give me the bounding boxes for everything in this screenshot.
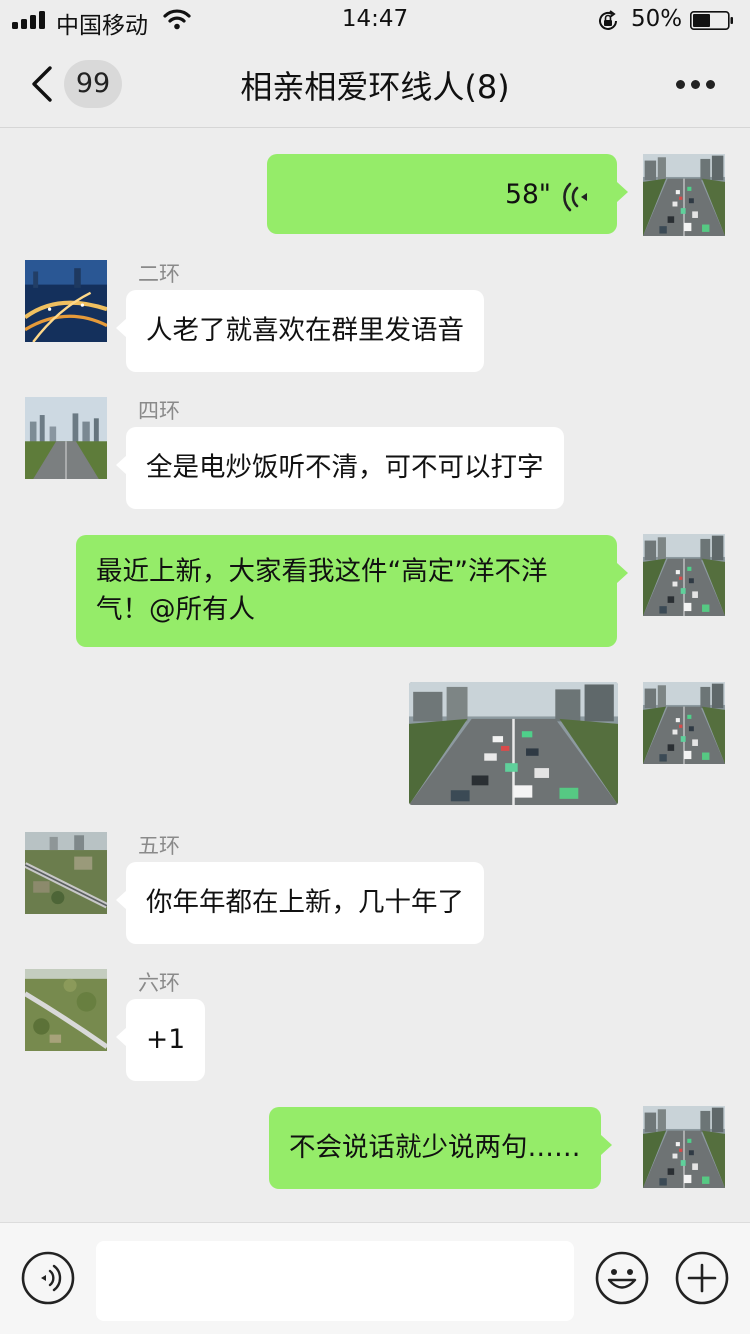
more-dots-icon[interactable] [676, 80, 716, 90]
message-bubble[interactable]: 不会说话就少说两句…… [269, 1107, 611, 1189]
chat-header: 99 相亲相爱环线人(8) [0, 40, 750, 128]
chat-title: 相亲相爱环线人(8) [240, 68, 510, 106]
aerial-ring-road-photo [25, 832, 107, 914]
status-bar: 中国移动 14:47 50% [0, 0, 750, 40]
self-traffic-photo [643, 154, 725, 236]
self-traffic-photo [643, 534, 725, 616]
battery-icon [690, 11, 733, 30]
voice-input-icon[interactable] [21, 1251, 75, 1305]
avatar[interactable] [643, 154, 725, 236]
night-interchange-photo [25, 260, 107, 342]
unread-count-badge[interactable]: 99 [64, 60, 122, 108]
sender-name: 五环 [138, 834, 180, 858]
message-bubble[interactable]: 最近上新，大家看我这件“高定”洋不洋气！@所有人 [76, 535, 628, 647]
voice-duration: 58" [505, 179, 551, 210]
message-bubble[interactable]: 人老了就喜欢在群里发语音 [116, 290, 484, 372]
voice-playback-icon [563, 182, 587, 212]
sender-name: 六环 [138, 971, 180, 995]
avatar[interactable] [643, 682, 725, 764]
battery-percent: 50% [631, 6, 683, 32]
message-bubble[interactable]: 全是电炒饭听不清，可不可以打字 [116, 427, 564, 509]
avatar[interactable] [643, 1106, 725, 1188]
message-bubble[interactable]: 你年年都在上新，几十年了 [116, 862, 484, 944]
avatar[interactable] [643, 534, 725, 616]
emoji-icon[interactable] [595, 1251, 649, 1305]
avatar[interactable] [25, 260, 107, 342]
city-road-photo [25, 397, 107, 479]
input-bar [0, 1222, 750, 1334]
plus-icon[interactable] [675, 1251, 729, 1305]
avatar[interactable] [25, 969, 107, 1051]
message-bubble[interactable]: +1 [115, 999, 206, 1081]
traffic-road-photo [409, 682, 618, 805]
back-chevron-icon[interactable] [28, 64, 58, 104]
sender-name: 四环 [138, 399, 180, 423]
orientation-lock-icon [599, 10, 617, 30]
aerial-viaduct-photo [25, 969, 107, 1051]
voice-message-bubble[interactable]: 58" [267, 154, 628, 234]
message-input[interactable] [96, 1241, 574, 1321]
image-message[interactable] [409, 682, 618, 805]
self-traffic-photo [643, 1106, 725, 1188]
avatar[interactable] [25, 832, 107, 914]
self-traffic-photo [643, 682, 725, 764]
avatar[interactable] [25, 397, 107, 479]
sender-name: 二环 [138, 262, 180, 286]
